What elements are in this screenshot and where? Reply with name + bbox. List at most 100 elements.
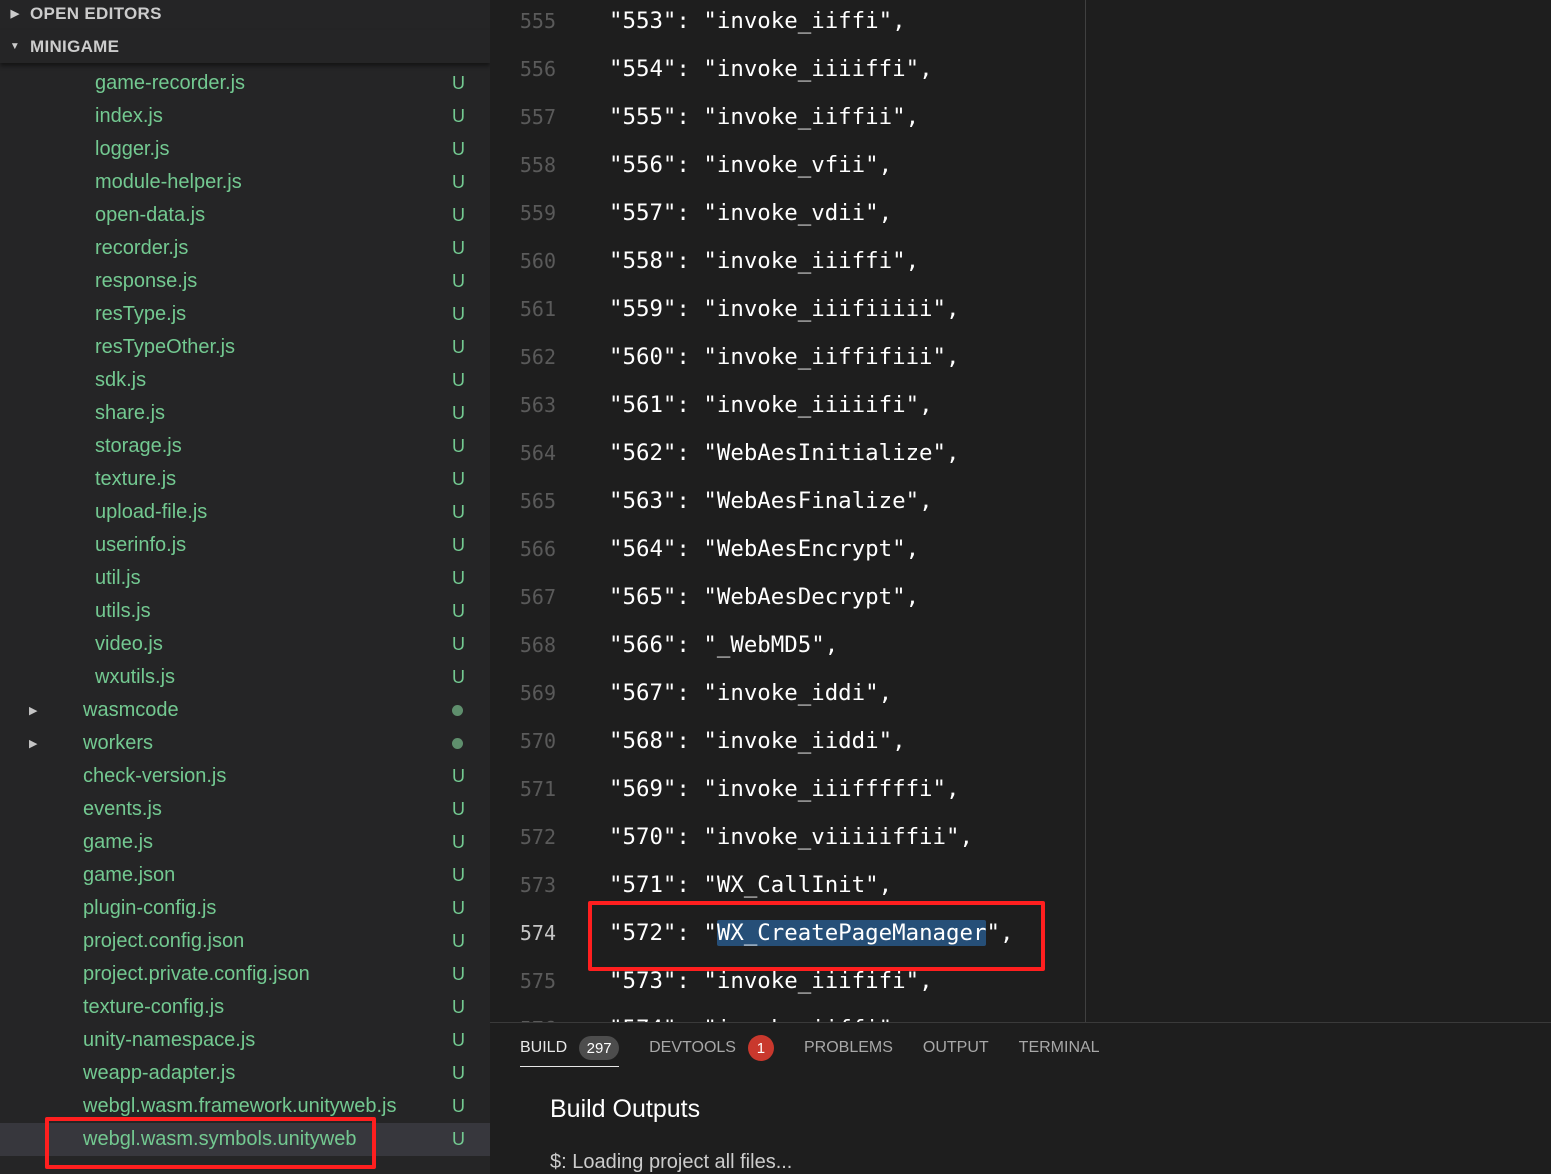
code-text[interactable]: "559": "invoke_iiifiiiii", xyxy=(609,285,960,333)
code-line[interactable]: 574 "572": "WX_CreatePageManager", xyxy=(490,909,1551,957)
panel-tab-problems[interactable]: PROBLEMS xyxy=(804,1023,893,1073)
git-status-badge: U xyxy=(452,337,465,357)
file-name: wxutils.js xyxy=(95,666,176,688)
line-number: 566 xyxy=(519,537,556,561)
file-row[interactable]: utils.js U xyxy=(0,595,490,628)
code-text[interactable]: "554": "invoke_iiiiffi", xyxy=(609,45,933,93)
code-line[interactable]: 557 "555": "invoke_iiffii", xyxy=(490,93,1551,141)
code-line[interactable]: 564 "562": "WebAesInitialize", xyxy=(490,429,1551,477)
code-line[interactable]: 570 "568": "invoke_iiddi", xyxy=(490,717,1551,765)
code-line[interactable]: 566 "564": "WebAesEncrypt", xyxy=(490,525,1551,573)
code-line[interactable]: 572 "570": "invoke_viiiiiffii", xyxy=(490,813,1551,861)
json-value: "invoke_vfii" xyxy=(703,152,879,178)
file-row[interactable]: userinfo.js U xyxy=(0,529,490,562)
panel-tab-output[interactable]: OUTPUT xyxy=(923,1023,989,1073)
file-row[interactable]: game.js U xyxy=(0,826,490,859)
code-text[interactable]: "573": "invoke_iiififi", xyxy=(609,957,933,1005)
code-line[interactable]: 568 "566": "_WebMD5", xyxy=(490,621,1551,669)
code-text[interactable]: "560": "invoke_iiffifiii", xyxy=(609,333,960,381)
code-line[interactable]: 560 "558": "invoke_iiiffi", xyxy=(490,237,1551,285)
file-row[interactable]: open-data.js U xyxy=(0,199,490,232)
file-row[interactable]: index.js U xyxy=(0,100,490,133)
json-value: "invoke_iiiiffi" xyxy=(703,56,920,82)
file-row[interactable]: project.config.json U xyxy=(0,925,490,958)
code-text[interactable]: "571": "WX_CallInit", xyxy=(609,861,892,909)
file-row[interactable]: video.js U xyxy=(0,628,490,661)
open-editors-section-header[interactable]: ▶ OPEN EDITORS xyxy=(0,0,490,30)
file-row[interactable]: resTypeOther.js U xyxy=(0,331,490,364)
file-row[interactable]: wxutils.js U xyxy=(0,661,490,694)
file-row[interactable]: game-recorder.js U xyxy=(0,67,490,100)
file-row[interactable]: storage.js U xyxy=(0,430,490,463)
code-text[interactable]: "556": "invoke_vfii", xyxy=(609,141,892,189)
json-key: "557" xyxy=(609,200,677,226)
file-name: sdk.js xyxy=(95,369,147,391)
file-row[interactable]: sdk.js U xyxy=(0,364,490,397)
code-line[interactable]: 575 "573": "invoke_iiififi", xyxy=(490,957,1551,1005)
panel-title: Build Outputs xyxy=(550,1095,701,1123)
code-text[interactable]: "553": "invoke_iiffi", xyxy=(609,0,906,45)
code-text[interactable]: "558": "invoke_iiiffi", xyxy=(609,237,919,285)
panel-tab-terminal[interactable]: TERMINAL xyxy=(1019,1023,1100,1073)
file-row[interactable]: events.js U xyxy=(0,793,490,826)
code-text[interactable]: "561": "invoke_iiiiifi", xyxy=(609,381,933,429)
file-row[interactable]: resType.js U xyxy=(0,298,490,331)
folder-row[interactable]: ▶ workers xyxy=(0,727,490,760)
code-text[interactable]: "562": "WebAesInitialize", xyxy=(609,429,960,477)
git-status-badge: U xyxy=(452,865,465,885)
code-line[interactable]: 556 "554": "invoke_iiiiffi", xyxy=(490,45,1551,93)
code-text[interactable]: "563": "WebAesFinalize", xyxy=(609,477,933,525)
project-section-header[interactable]: ▼ MINIGAME xyxy=(0,30,490,63)
code-text[interactable]: "567": "invoke_iddi", xyxy=(609,669,892,717)
panel-tab-build[interactable]: BUILD 297 xyxy=(520,1023,620,1073)
chevron-right-icon[interactable]: ▶ xyxy=(29,694,37,727)
code-text[interactable]: "564": "WebAesEncrypt", xyxy=(609,525,919,573)
file-row[interactable]: weapp-adapter.js U xyxy=(0,1057,490,1090)
code-line[interactable]: 562 "560": "invoke_iiffifiii", xyxy=(490,333,1551,381)
code-text[interactable]: "572": "WX_CreatePageManager", xyxy=(609,909,1013,957)
code-line[interactable]: 563 "561": "invoke_iiiiifi", xyxy=(490,381,1551,429)
panel-tab-devtools[interactable]: DEVTOOLS 1 xyxy=(649,1023,774,1073)
code-text[interactable]: "565": "WebAesDecrypt", xyxy=(609,573,919,621)
file-name: video.js xyxy=(95,633,163,655)
file-row[interactable]: module-helper.js U xyxy=(0,166,490,199)
file-row[interactable]: plugin-config.js U xyxy=(0,892,490,925)
code-line[interactable]: 571 "569": "invoke_iiifffffi", xyxy=(490,765,1551,813)
code-line[interactable]: 555 "553": "invoke_iiffi", xyxy=(490,0,1551,45)
file-row[interactable]: util.js U xyxy=(0,562,490,595)
file-row[interactable]: response.js U xyxy=(0,265,490,298)
file-row[interactable]: recorder.js U xyxy=(0,232,490,265)
file-row[interactable]: share.js U xyxy=(0,397,490,430)
code-line[interactable]: 559 "557": "invoke_vdii", xyxy=(490,189,1551,237)
code-text[interactable]: "566": "_WebMD5", xyxy=(609,621,838,669)
tab-label: PROBLEMS xyxy=(803,1039,893,1056)
code-line[interactable]: 565 "563": "WebAesFinalize", xyxy=(490,477,1551,525)
file-row[interactable]: game.json U xyxy=(0,859,490,892)
file-row[interactable]: unity-namespace.js U xyxy=(0,1024,490,1057)
file-row[interactable]: webgl.wasm.framework.unityweb.js U xyxy=(0,1090,490,1123)
code-text[interactable]: "555": "invoke_iiffii", xyxy=(609,93,919,141)
code-text[interactable]: "574": "invoke_iiffi", xyxy=(609,1005,906,1022)
code-line[interactable]: 573 "571": "WX_CallInit", xyxy=(490,861,1551,909)
code-text[interactable]: "569": "invoke_iiifffffi", xyxy=(609,765,960,813)
code-line[interactable]: 567 "565": "WebAesDecrypt", xyxy=(490,573,1551,621)
file-row[interactable]: logger.js U xyxy=(0,133,490,166)
code-text[interactable]: "568": "invoke_iiddi", xyxy=(609,717,906,765)
tab-label: TERMINAL xyxy=(1018,1039,1100,1056)
file-row[interactable]: texture.js U xyxy=(0,463,490,496)
file-row[interactable]: upload-file.js U xyxy=(0,496,490,529)
code-line[interactable]: 561 "559": "invoke_iiifiiiii", xyxy=(490,285,1551,333)
code-text[interactable]: "570": "invoke_viiiiiffii", xyxy=(609,813,973,861)
code-text[interactable]: "557": "invoke_vdii", xyxy=(609,189,892,237)
file-row[interactable]: check-version.js U xyxy=(0,760,490,793)
code-editor[interactable]: 555 "553": "invoke_iiffi", 556 "554": "invo… xyxy=(490,0,1551,1022)
code-line[interactable]: 558 "556": "invoke_vfii", xyxy=(490,141,1551,189)
file-row[interactable]: webgl.wasm.symbols.unityweb U xyxy=(0,1123,490,1156)
folder-row[interactable]: ▶ wasmcode xyxy=(0,694,490,727)
chevron-right-icon[interactable]: ▶ xyxy=(29,727,37,760)
code-line[interactable]: 576 "574": "invoke_iiffi", xyxy=(490,1005,1551,1022)
file-row[interactable]: texture-config.js U xyxy=(0,991,490,1024)
code-line[interactable]: 569 "567": "invoke_iddi", xyxy=(490,669,1551,717)
tab-label: DEVTOOLS xyxy=(649,1039,736,1056)
file-row[interactable]: project.private.config.json U xyxy=(0,958,490,991)
